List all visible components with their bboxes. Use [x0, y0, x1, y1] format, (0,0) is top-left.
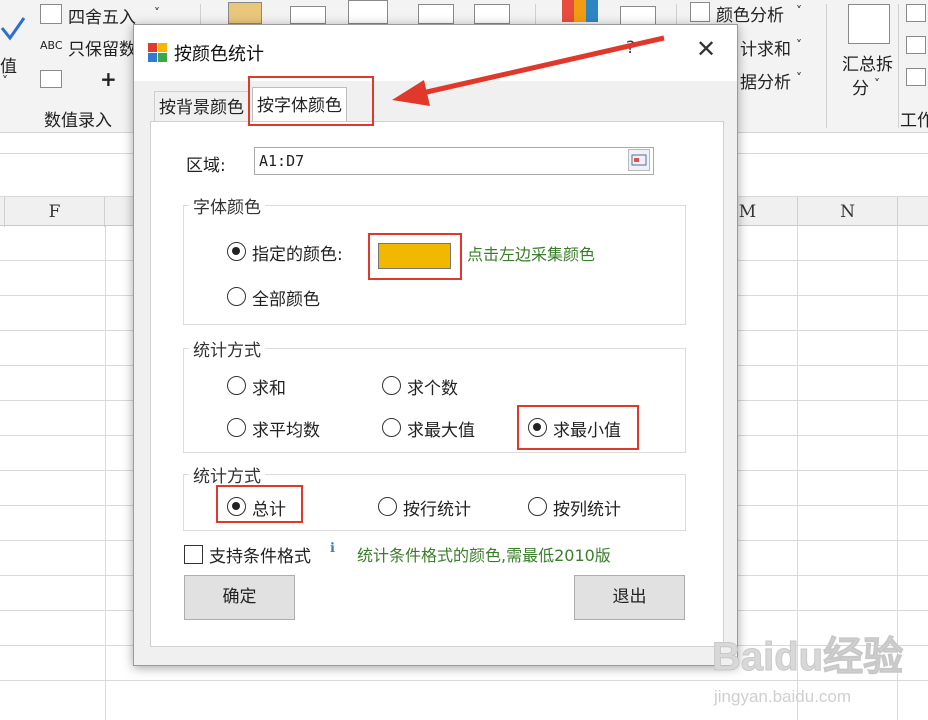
chevron-down-icon[interactable]: ˅	[796, 71, 802, 85]
radio-max[interactable]	[382, 418, 401, 437]
baidu-watermark: Baidu经验 jingyan.baidu.com	[708, 616, 908, 716]
dialog-title-bar[interactable]: 按颜色统计 ? ✕	[134, 25, 737, 81]
by-row-label[interactable]: 按行统计	[403, 495, 471, 520]
abc-icon: ABC	[40, 39, 63, 52]
group-label-work: 工作	[900, 111, 928, 131]
max-label[interactable]: 求最大值	[407, 416, 475, 441]
color-stat-dialog: 按颜色统计 ? ✕ 按背景颜色 按字体颜色 区域: A1:D7 字体颜色 指定的…	[133, 24, 738, 666]
group-label-value-entry: 数值录入	[44, 111, 112, 131]
cond-format-label[interactable]: 支持条件格式	[209, 542, 311, 567]
range-label: 区域:	[186, 156, 226, 176]
dialog-title: 按颜色统计	[174, 44, 264, 65]
by-column-label[interactable]: 按列统计	[553, 495, 621, 520]
ribbon-separator	[898, 4, 899, 128]
highlight-box	[216, 485, 303, 523]
chevron-down-icon[interactable]: ˅	[154, 6, 160, 20]
swap-icon[interactable]	[418, 4, 454, 24]
pick-color-hint: 点击左边采集颜色	[467, 245, 596, 264]
chevron-down-icon[interactable]: ˅	[874, 77, 880, 91]
sort-az-icon[interactable]	[620, 6, 656, 26]
radio-by-row[interactable]	[378, 497, 397, 516]
close-icon[interactable]: ✕	[689, 35, 723, 63]
chevron-down-icon[interactable]: ˅	[796, 38, 802, 52]
tab-highlight-box	[248, 76, 374, 126]
highlight-box	[517, 405, 639, 450]
tool-icon[interactable]	[906, 68, 926, 86]
chevron-down-icon: ˅	[2, 74, 8, 88]
radio-all-colors[interactable]	[227, 287, 246, 306]
help-button[interactable]: ?	[626, 38, 635, 58]
tab-background-color[interactable]: 按背景颜色	[154, 91, 249, 123]
ribbon-separator	[535, 4, 536, 24]
tool-icon[interactable]	[906, 36, 926, 54]
column-header-f[interactable]: F	[5, 197, 105, 227]
edit-icon[interactable]	[40, 70, 62, 88]
search-icon[interactable]	[474, 4, 510, 24]
info-icon: ℹ	[330, 541, 335, 556]
keep-digits-button[interactable]: 只保留数	[68, 35, 136, 60]
count-sum-button[interactable]: 计求和	[740, 35, 791, 60]
color-analysis-button[interactable]: 颜色分析	[716, 1, 784, 26]
summary-split-button[interactable]: 汇总拆	[842, 50, 893, 75]
column-header-n[interactable]: N	[798, 197, 898, 227]
font-color-group-title: 字体颜色	[189, 193, 265, 218]
delete-table-icon[interactable]	[348, 0, 388, 24]
svg-text:jingyan.baidu.com: jingyan.baidu.com	[713, 687, 851, 706]
radio-average[interactable]	[227, 418, 246, 437]
stat-scope-group-title: 统计方式	[189, 462, 265, 487]
cond-format-hint: 统计条件格式的颜色,需最低2010版	[357, 546, 611, 565]
radio-specified-color[interactable]	[227, 242, 246, 261]
count-label[interactable]: 求个数	[407, 374, 458, 399]
radio-by-column[interactable]	[528, 497, 547, 516]
color-analysis-icon	[690, 2, 710, 22]
tool-icon[interactable]	[906, 4, 926, 22]
sum-label[interactable]: 求和	[252, 374, 286, 399]
svg-text:Baidu经验: Baidu经验	[712, 635, 903, 679]
range-input[interactable]: A1:D7	[254, 147, 654, 175]
exit-button[interactable]: 退出	[574, 575, 685, 620]
data-analysis-button[interactable]: 据分析	[740, 68, 791, 93]
table-icon[interactable]	[290, 6, 326, 24]
round-button[interactable]: 四舍五入	[68, 3, 136, 28]
color-grid-icon[interactable]	[562, 0, 598, 22]
summary-split-icon[interactable]	[848, 4, 890, 44]
ribbon-separator	[826, 4, 827, 128]
radio-sum[interactable]	[227, 376, 246, 395]
stat-method-group-title: 统计方式	[189, 336, 265, 361]
clipboard-icon[interactable]	[228, 2, 262, 24]
average-label[interactable]: 求平均数	[252, 416, 320, 441]
all-colors-label[interactable]: 全部颜色	[252, 285, 320, 310]
specified-color-label[interactable]: 指定的颜色:	[252, 240, 343, 265]
chevron-down-icon[interactable]: ˅	[796, 4, 802, 18]
checkmark-icon[interactable]	[0, 14, 28, 44]
plus-icon[interactable]: +	[100, 67, 117, 91]
highlight-box	[368, 233, 462, 280]
radio-count[interactable]	[382, 376, 401, 395]
cond-format-checkbox[interactable]	[184, 545, 203, 564]
app-icon	[148, 43, 168, 63]
summary-split-button-line2[interactable]: 分	[852, 74, 869, 99]
round-icon	[40, 4, 62, 24]
range-select-icon[interactable]	[628, 149, 650, 171]
ok-button[interactable]: 确定	[184, 575, 295, 620]
